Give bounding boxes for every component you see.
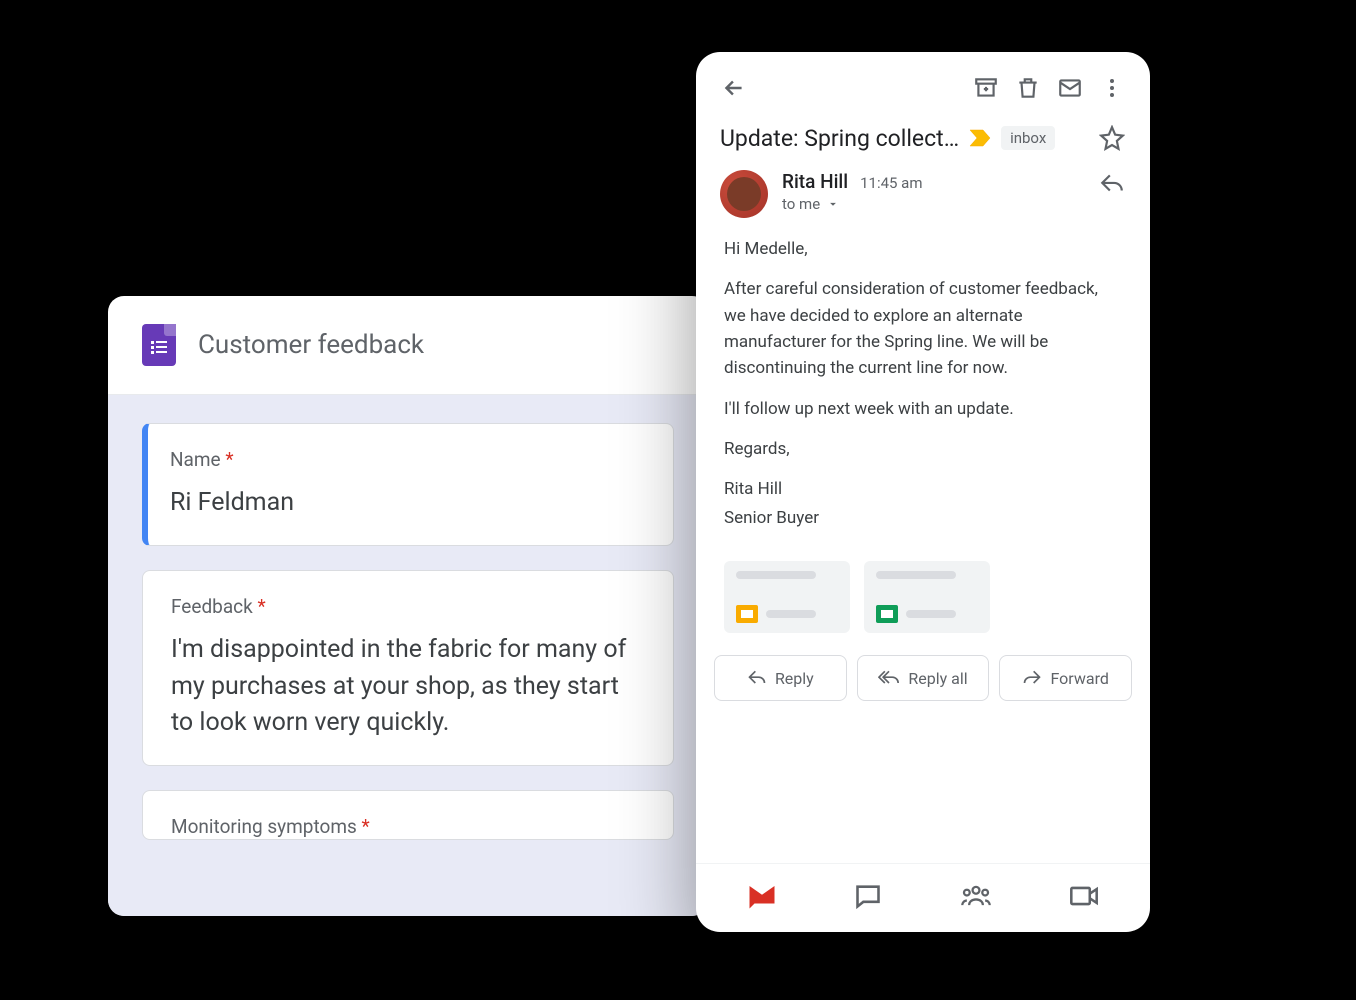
reply-button[interactable]: Reply [714,655,847,701]
inbox-label-chip[interactable]: inbox [1001,126,1055,150]
required-asterisk: * [225,448,233,471]
forms-body: Name * Ri Feldman Feedback * I'm disappo… [108,395,708,916]
question-label-text: Monitoring symptoms [171,815,357,838]
chevron-down-icon [826,197,840,211]
attachment-title-placeholder [736,571,816,579]
reply-label: Reply [775,669,814,688]
question-label-text: Name [170,448,221,471]
attachment-title-placeholder [876,571,956,579]
more-options-icon[interactable] [1098,74,1126,102]
required-asterisk: * [362,815,370,838]
body-regards: Regards, [724,436,1122,462]
archive-icon[interactable] [972,74,1000,102]
signature-name: Rita Hill [724,476,1122,502]
subject-text: Update: Spring collect… [720,125,959,152]
nav-spaces-icon[interactable] [960,882,992,910]
nav-chat-icon[interactable] [854,882,882,910]
question-label: Name * [170,448,645,471]
reply-icon [747,668,767,688]
gmail-mobile-card: Update: Spring collect… inbox Rita Hill … [696,52,1150,932]
sender-row: Rita Hill 11:45 am to me [696,166,1150,232]
body-paragraph: I'll follow up next week with an update. [724,396,1122,422]
google-forms-card: Customer feedback Name * Ri Feldman Feed… [108,296,708,916]
google-slides-icon [736,605,758,623]
mark-unread-icon[interactable] [1056,74,1084,102]
recipient-text: to me [782,195,820,213]
sender-meta: Rita Hill 11:45 am to me [782,170,1084,213]
form-question-monitoring[interactable]: Monitoring symptoms * [142,790,674,840]
attachment-meta-placeholder [766,610,816,618]
question-answer[interactable]: Ri Feldman [170,485,645,521]
recipient-dropdown[interactable]: to me [782,195,1084,213]
bottom-nav [696,863,1150,932]
forms-title: Customer feedback [198,330,424,360]
sender-time: 11:45 am [860,174,922,192]
forward-button[interactable]: Forward [999,655,1132,701]
nav-meet-icon[interactable] [1069,883,1099,909]
forward-label: Forward [1050,669,1108,688]
back-arrow-icon[interactable] [720,74,748,102]
action-buttons-row: Reply Reply all Forward [696,651,1150,719]
question-label: Monitoring symptoms * [171,815,645,838]
delete-icon[interactable] [1014,74,1042,102]
body-greeting: Hi Medelle, [724,236,1122,262]
google-sheets-icon [876,605,898,623]
form-question-feedback[interactable]: Feedback * I'm disappointed in the fabri… [142,570,674,766]
attachments-row [696,555,1150,651]
nav-mail-icon[interactable] [747,883,777,909]
question-label: Feedback * [171,595,645,618]
important-marker-icon[interactable] [969,129,991,147]
forms-header: Customer feedback [108,296,708,395]
reply-all-button[interactable]: Reply all [857,655,990,701]
sender-avatar[interactable] [720,170,768,218]
attachment-meta-placeholder [906,610,956,618]
star-icon[interactable] [1098,124,1126,152]
email-body: Hi Medelle, After careful consideration … [696,232,1150,555]
question-answer[interactable]: I'm disappointed in the fabric for many … [171,632,645,741]
sender-name: Rita Hill [782,170,848,193]
google-forms-icon [142,324,176,366]
signature-title: Senior Buyer [724,505,1122,531]
required-asterisk: * [257,595,265,618]
subject-row: Update: Spring collect… inbox [696,116,1150,166]
forward-icon [1022,668,1042,688]
reply-all-icon [878,668,900,688]
gmail-topbar [696,52,1150,116]
attachment-slides[interactable] [724,561,850,633]
reply-all-label: Reply all [908,669,967,688]
body-paragraph: After careful consideration of customer … [724,276,1122,381]
attachment-sheets[interactable] [864,561,990,633]
form-question-name[interactable]: Name * Ri Feldman [142,423,674,546]
question-label-text: Feedback [171,595,253,618]
reply-icon[interactable] [1098,170,1126,198]
